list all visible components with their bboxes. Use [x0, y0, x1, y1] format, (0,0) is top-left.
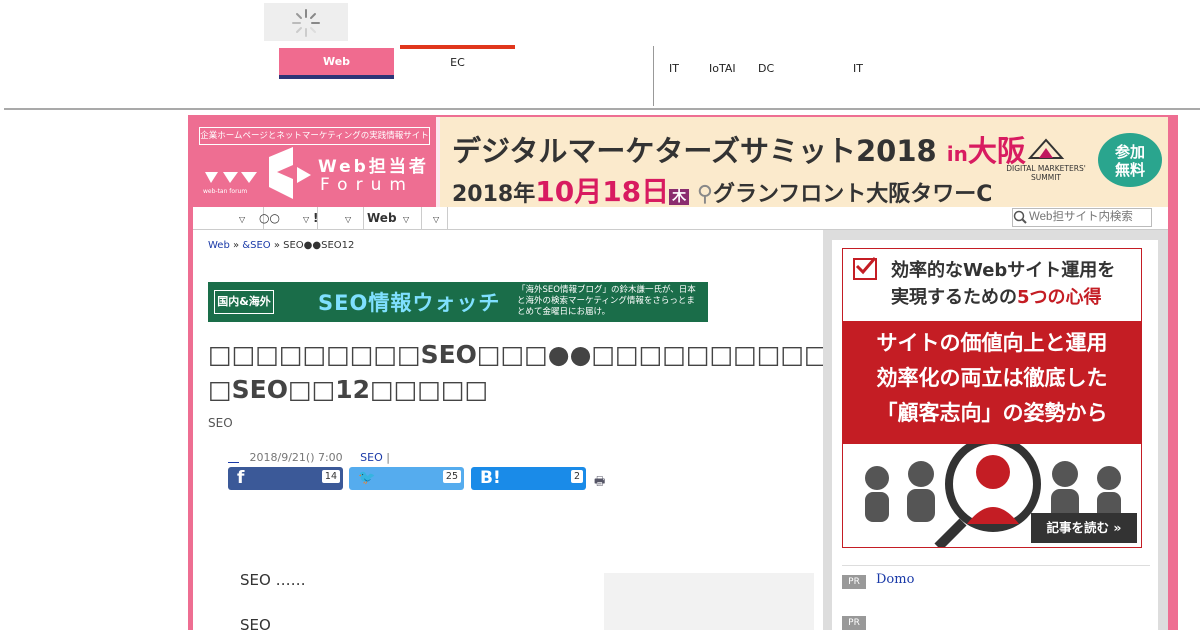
- banner-date[interactable]: 2018年10月18日木 ⚲グランフロント大阪タワーC: [452, 170, 992, 210]
- inline-ad-slot: [604, 573, 814, 630]
- sidebar-ad-headline-1: 効率的なWebサイト運用を: [891, 260, 1116, 281]
- meta-separator: |: [386, 451, 390, 464]
- network-link-it-2[interactable]: IT: [853, 62, 863, 75]
- breadcrumb-current: SEO●●SEO12: [283, 240, 355, 251]
- sidebar-ad-headline-2a: 実現するための: [891, 287, 1017, 308]
- nav-item-web-label: Web: [367, 211, 397, 225]
- dms-line1: DIGITAL MARKETERS': [1006, 164, 1086, 173]
- seo-banner-tag: 国内&海外: [214, 290, 274, 314]
- logo-subtext: web-tan forum: [203, 188, 248, 195]
- facebook-count: 14: [321, 470, 340, 483]
- site-search-input[interactable]: [1012, 208, 1152, 227]
- logo-title: Web担当者: [318, 157, 429, 177]
- pr-link[interactable]: Domo: [876, 572, 914, 587]
- badge-line2: 無料: [1114, 161, 1145, 179]
- chevron-down-icon: ▽: [239, 215, 246, 224]
- divider: [653, 46, 654, 106]
- breadcrumb: Web » &SEO » SEO●●SEO12: [208, 240, 355, 251]
- read-more-button[interactable]: 記事を読む »: [1031, 513, 1137, 543]
- top-divider: [4, 108, 1200, 110]
- pr-badge: PR: [842, 575, 866, 589]
- banner-date-year: 2018年: [452, 182, 536, 207]
- search-icon[interactable]: [1013, 209, 1027, 228]
- category-link[interactable]: SEO: [360, 451, 383, 464]
- facebook-icon: f: [237, 468, 245, 488]
- sidebar-ad-headline: 効率的なWebサイト運用を 実現するための5つの心得: [891, 257, 1115, 311]
- dms-mountain-icon: [1027, 138, 1065, 159]
- sidebar-ad-message-3: 「顧客志向」の姿勢から: [876, 401, 1108, 425]
- facebook-share-button[interactable]: f 14: [228, 467, 343, 490]
- tab-ec-accent: [400, 45, 515, 49]
- sidebar-divider: [842, 565, 1150, 566]
- banner-title[interactable]: デジタルマーケターズサミット2018 in大阪: [452, 128, 1026, 170]
- chevron-down-icon: ▽: [433, 215, 440, 224]
- sidebar-ad-message-2: 効率化の両立は徹底した: [876, 366, 1108, 390]
- breadcrumb-home[interactable]: Web: [208, 240, 230, 251]
- pr-badge: PR: [842, 616, 866, 630]
- article-datetime: 2018/9/21() 7:00: [249, 451, 343, 464]
- location-pin-icon: ⚲: [696, 182, 713, 207]
- loading-spinner: [264, 3, 348, 41]
- article-meta: ＿ 2018/9/21() 7:00 SEO |: [228, 449, 390, 465]
- twitter-count: 25: [442, 470, 461, 483]
- network-tab-web[interactable]: Web: [279, 48, 394, 75]
- network-link-iotai[interactable]: IoTAI: [709, 62, 736, 75]
- sidebar-ad-message: サイトの価値向上と運用 効率化の両立は徹底した 「顧客志向」の姿勢から: [843, 321, 1141, 444]
- dms-logo: DIGITAL MARKETERS' SUMMIT: [1000, 136, 1092, 182]
- nav-item-3[interactable]: ! ▽: [307, 207, 364, 229]
- network-tab-ec[interactable]: EC: [400, 56, 515, 69]
- print-icon[interactable]: 🖶: [594, 472, 605, 493]
- spinner-icon: [292, 9, 320, 37]
- article-title-line1: □□□□□□□□□SEO□□□●●□□□□□□□□□□□□□□□□: [208, 340, 970, 369]
- sidebar-ad-headline-2b: 5つの心得: [1017, 287, 1102, 308]
- nav-item-2-label: ○○: [259, 211, 280, 225]
- banner-title-text: デジタルマーケターズサミット2018: [452, 134, 937, 168]
- sidebar-ad[interactable]: 効率的なWebサイト運用を 実現するための5つの心得 サイトの価値向上と運用 効…: [842, 248, 1142, 548]
- hatena-icon: B!: [480, 468, 501, 488]
- banner-title-in: in: [946, 142, 968, 166]
- network-link-dc[interactable]: DC: [758, 62, 774, 75]
- article-paragraph: SEO ……: [240, 571, 306, 589]
- nav-item-3-label: !: [313, 211, 319, 225]
- breadcrumb-section[interactable]: &SEO: [242, 240, 270, 251]
- logo-forum: Forum: [320, 175, 414, 195]
- banner-date-day: 木: [669, 189, 690, 205]
- network-link-it[interactable]: IT: [669, 62, 679, 75]
- chevron-down-icon: ▽: [403, 215, 410, 224]
- article-category: SEO: [208, 416, 233, 430]
- seo-banner-title: SEO情報ウォッチ: [318, 291, 501, 315]
- sidebar-ad-illustration: 記事を読む »: [843, 436, 1141, 547]
- article-title: □□□□□□□□□SEO□□□●●□□□□□□□□□□□□□□□□ □SEO□□…: [208, 337, 970, 407]
- dms-line2: SUMMIT: [1031, 173, 1061, 182]
- checkbox-icon: [853, 257, 877, 280]
- free-join-badge[interactable]: 参加 無料: [1098, 133, 1162, 187]
- article-title-line2: □SEO□□12□□□□□: [208, 375, 489, 404]
- hatena-bookmark-button[interactable]: B! 2: [471, 467, 586, 490]
- badge-line1: 参加: [1114, 143, 1145, 161]
- article-paragraph: SEO: [240, 616, 271, 634]
- author-link[interactable]: ＿: [228, 451, 239, 464]
- banner-date-main: 10月18日: [535, 175, 670, 208]
- twitter-share-button[interactable]: 🐦 25: [349, 467, 464, 490]
- logo-tagline: 企業ホームページとネットマーケティングの実践情報サイト: [199, 127, 430, 145]
- seo-banner-description: 「海外SEO情報ブログ」の鈴木謙一氏が、日本と海外の検索マーケティング情報をさら…: [517, 285, 696, 317]
- nav-item-web[interactable]: Web ▽: [361, 207, 422, 229]
- sidebar-ad-message-1: サイトの価値向上と運用: [876, 331, 1108, 355]
- hatena-count: 2: [570, 470, 583, 483]
- chevron-down-icon: ▽: [345, 215, 352, 224]
- nav-item-6[interactable]: ▽: [421, 207, 448, 229]
- active-tab-indicator: [279, 75, 394, 79]
- banner-venue: グランフロント大阪タワーC: [712, 182, 993, 207]
- sidebar-ad-header: 効率的なWebサイト運用を 実現するための5つの心得: [843, 249, 1141, 321]
- twitter-icon: 🐦: [358, 470, 376, 486]
